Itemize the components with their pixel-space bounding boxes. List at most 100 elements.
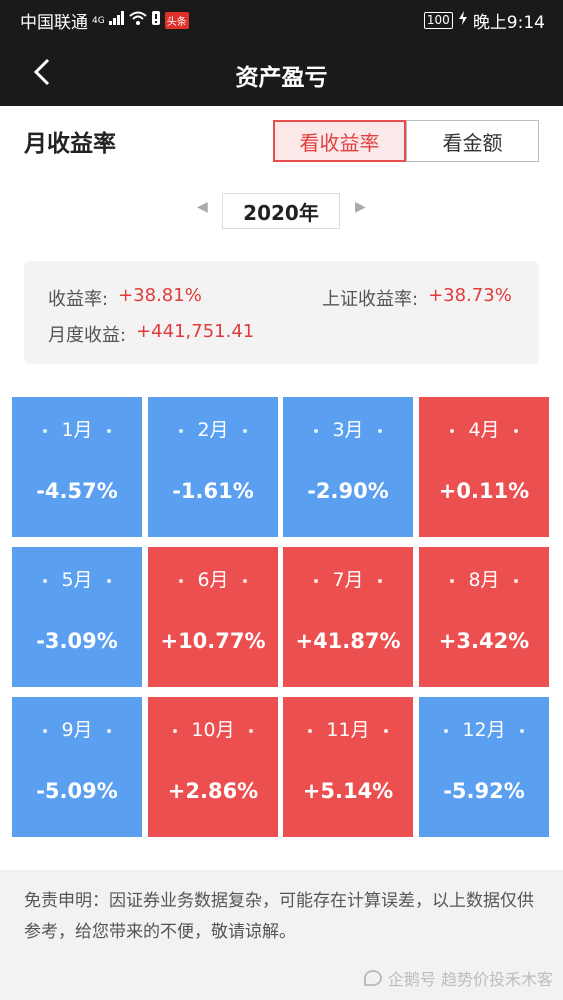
month-name: 3月 bbox=[332, 419, 364, 441]
prev-year-icon[interactable]: ◀ bbox=[197, 199, 208, 215]
battery-indicator: 100 bbox=[423, 12, 453, 29]
signal-icon bbox=[108, 11, 125, 30]
dot-icon bbox=[179, 578, 184, 583]
month-return-value: +2.86% bbox=[167, 779, 259, 803]
network-label: 4G bbox=[92, 15, 105, 26]
index-label: 上证收益率: bbox=[322, 289, 419, 310]
app-badge: 头条 bbox=[164, 12, 189, 29]
dot-icon bbox=[377, 578, 382, 583]
wifi-icon bbox=[129, 11, 147, 30]
nav-bar: 资产盈亏 bbox=[0, 38, 563, 106]
penguin-logo-icon bbox=[363, 970, 382, 986]
month-name: 5月 bbox=[61, 569, 93, 591]
month-cell[interactable]: 3月 -2.90% bbox=[283, 397, 413, 537]
month-cell[interactable]: 11月 +5.14% bbox=[283, 697, 413, 837]
month-return-value: +41.87% bbox=[295, 629, 401, 653]
month-cell[interactable]: 6月 +10.77% bbox=[148, 547, 278, 687]
status-right: 100 晚上9:14 bbox=[423, 8, 545, 33]
month-cell[interactable]: 1月 -4.57% bbox=[12, 397, 142, 537]
month-cell[interactable]: 7月 +41.87% bbox=[283, 547, 413, 687]
month-return-value: -1.61% bbox=[172, 479, 254, 503]
month-label: 11月 bbox=[283, 715, 413, 742]
watermark-text: 企鹅号 趋势价投禾木客 bbox=[387, 970, 553, 989]
month-cell[interactable]: 9月 -5.09% bbox=[12, 697, 142, 837]
dot-icon bbox=[450, 578, 455, 583]
month-cell[interactable]: 5月 -3.09% bbox=[12, 547, 142, 687]
dot-icon bbox=[179, 428, 184, 433]
dot-icon bbox=[242, 428, 247, 433]
month-name: 4月 bbox=[468, 419, 500, 441]
month-name: 9月 bbox=[61, 719, 93, 741]
dot-icon bbox=[43, 578, 48, 583]
next-year-icon[interactable]: ▶ bbox=[355, 199, 366, 215]
dot-icon bbox=[43, 428, 48, 433]
dot-icon bbox=[308, 728, 313, 733]
month-return-value: +0.11% bbox=[438, 479, 530, 503]
month-cell[interactable]: 2月 -1.61% bbox=[148, 397, 278, 537]
charging-icon bbox=[458, 11, 467, 30]
dot-icon bbox=[106, 728, 111, 733]
tab-amount[interactable]: 看金额 bbox=[406, 120, 539, 162]
monthly-label: 月度收益: bbox=[48, 325, 127, 346]
status-bar: 中国联通 4G 头条 100 晚上9:14 bbox=[0, 0, 563, 38]
main-content: 月收益率 看收益率 看金额 ◀ 2020年 ▶ 收益率: +38.81% 上证收… bbox=[0, 106, 563, 870]
dot-icon bbox=[377, 428, 382, 433]
disclaimer-text: 免责申明：因证券业务数据复杂，可能存在计算误差，以上数据仅供参考，给您带来的不便… bbox=[24, 891, 534, 942]
dot-icon bbox=[106, 428, 111, 433]
dot-icon bbox=[513, 578, 518, 583]
year-selector: ◀ 2020年 ▶ bbox=[0, 193, 563, 229]
section-title: 月收益率 bbox=[24, 131, 116, 157]
carrier-label: 中国联通 bbox=[20, 13, 88, 33]
month-return-value: +5.14% bbox=[302, 779, 394, 803]
return-row: 收益率: +38.81% bbox=[48, 285, 202, 311]
clock-label: 晚上9:14 bbox=[472, 13, 545, 33]
month-label: 5月 bbox=[12, 565, 142, 592]
month-label: 4月 bbox=[419, 415, 549, 442]
summary-card: 收益率: +38.81% 上证收益率: +38.73% 月度收益: +441,7… bbox=[24, 261, 539, 364]
month-cell[interactable]: 4月 +0.11% bbox=[419, 397, 549, 537]
month-label: 2月 bbox=[148, 415, 278, 442]
month-cell[interactable]: 12月 -5.92% bbox=[419, 697, 549, 837]
month-name: 10月 bbox=[191, 719, 235, 741]
dot-icon bbox=[173, 728, 178, 733]
index-value: +38.73% bbox=[428, 285, 512, 306]
dot-icon bbox=[242, 578, 247, 583]
dot-icon bbox=[383, 728, 388, 733]
month-cell[interactable]: 10月 +2.86% bbox=[148, 697, 278, 837]
dot-icon bbox=[450, 428, 455, 433]
month-name: 6月 bbox=[197, 569, 229, 591]
month-label: 8月 bbox=[419, 565, 549, 592]
return-label: 收益率: bbox=[48, 289, 109, 310]
month-name: 8月 bbox=[468, 569, 500, 591]
disclaimer-section: 免责申明：因证券业务数据复杂，可能存在计算误差，以上数据仅供参考，给您带来的不便… bbox=[0, 870, 563, 1000]
month-name: 12月 bbox=[462, 719, 506, 741]
month-cell[interactable]: 8月 +3.42% bbox=[419, 547, 549, 687]
month-return-value: -2.90% bbox=[307, 479, 389, 503]
alert-icon bbox=[151, 11, 161, 30]
dot-icon bbox=[513, 428, 518, 433]
month-name: 1月 bbox=[61, 419, 93, 441]
dot-icon bbox=[314, 578, 319, 583]
tab-return-rate[interactable]: 看收益率 bbox=[273, 120, 406, 162]
dot-icon bbox=[106, 578, 111, 583]
month-label: 1月 bbox=[12, 415, 142, 442]
dot-icon bbox=[519, 728, 524, 733]
month-name: 7月 bbox=[332, 569, 364, 591]
month-return-value: -5.92% bbox=[443, 779, 525, 803]
month-label: 12月 bbox=[419, 715, 549, 742]
month-label: 10月 bbox=[148, 715, 278, 742]
dot-icon bbox=[314, 428, 319, 433]
monthly-value: +441,751.41 bbox=[136, 321, 255, 342]
month-return-value: +10.77% bbox=[160, 629, 266, 653]
month-label: 6月 bbox=[148, 565, 278, 592]
month-name: 11月 bbox=[326, 719, 370, 741]
month-return-value: -4.57% bbox=[36, 479, 118, 503]
dot-icon bbox=[444, 728, 449, 733]
year-dropdown[interactable]: 2020年 bbox=[222, 193, 340, 229]
page-title: 资产盈亏 bbox=[235, 65, 328, 91]
month-name: 2月 bbox=[197, 419, 229, 441]
return-value: +38.81% bbox=[118, 285, 202, 306]
index-row: 上证收益率: +38.73% bbox=[322, 285, 512, 311]
month-return-value: +3.42% bbox=[438, 629, 530, 653]
dot-icon bbox=[43, 728, 48, 733]
